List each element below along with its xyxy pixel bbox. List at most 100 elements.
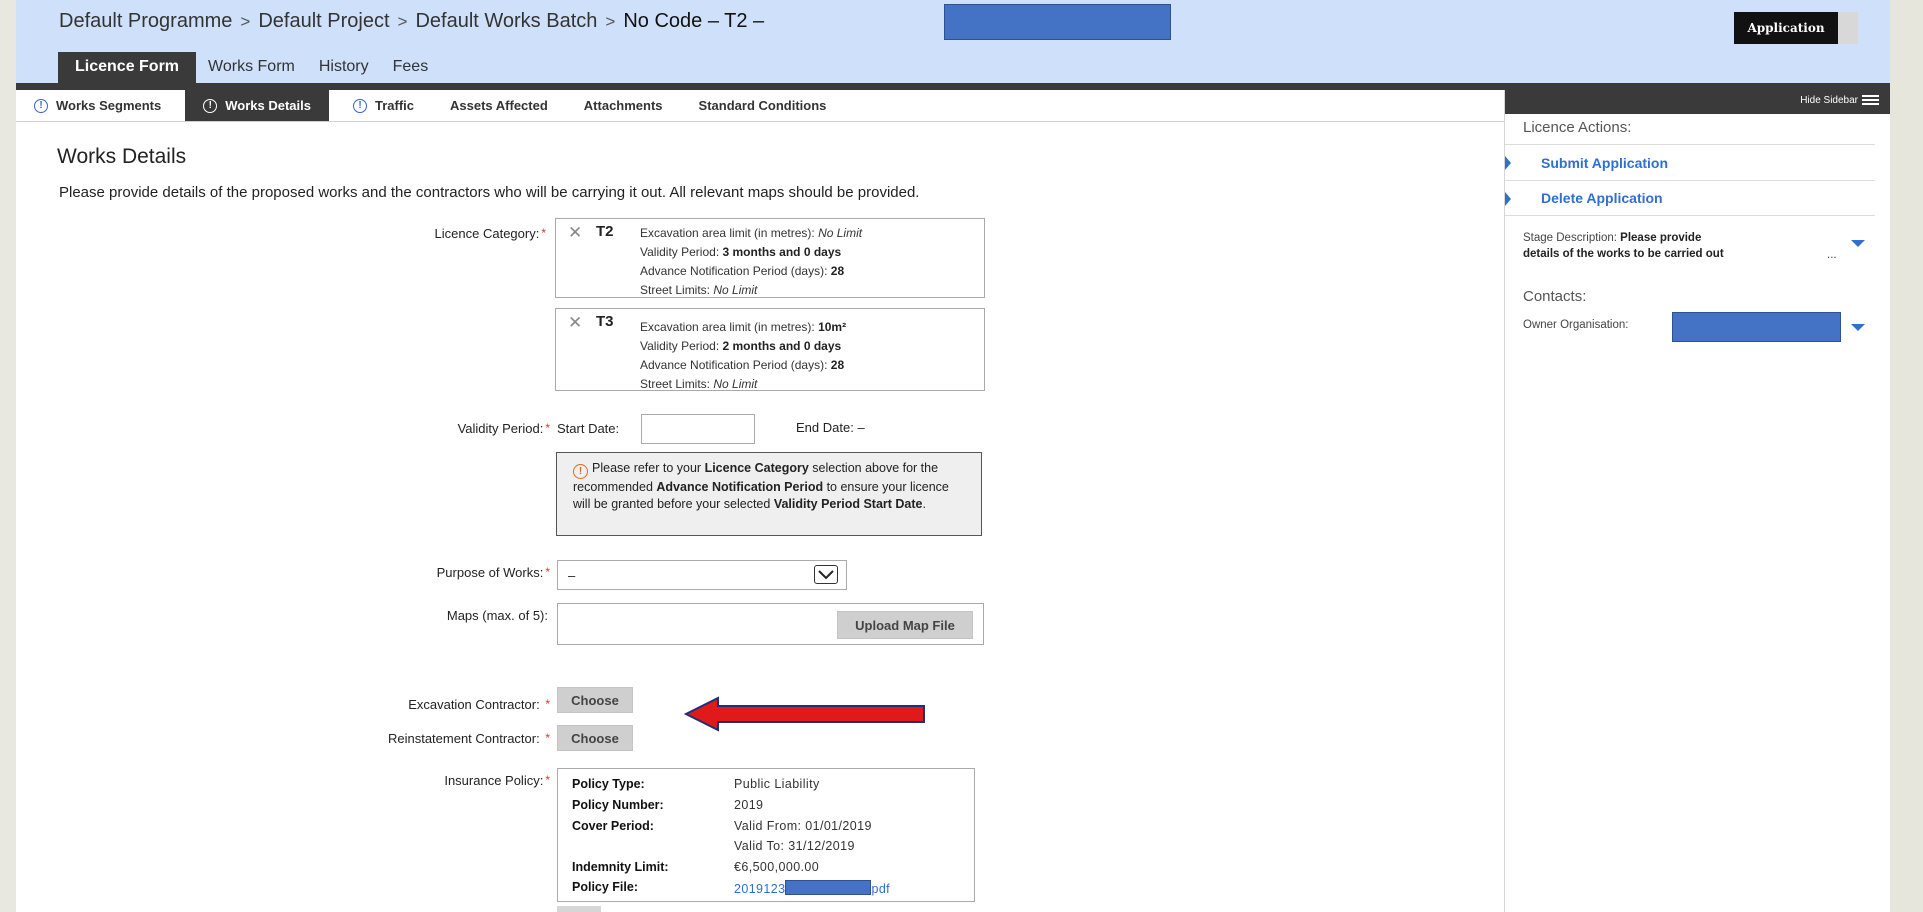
window-gutter xyxy=(1890,0,1923,912)
tab-underline-bar xyxy=(16,83,1890,90)
tab-licence-form[interactable]: Licence Form xyxy=(58,52,197,83)
chevron-down-icon[interactable] xyxy=(814,565,838,584)
button-partial xyxy=(557,906,601,912)
breadcrumb: Default Programme > Default Project > De… xyxy=(59,10,764,33)
category-code: T2 xyxy=(596,223,614,240)
breadcrumb-separator: > xyxy=(605,11,616,31)
remove-category-icon[interactable]: ✕ xyxy=(568,313,582,333)
subtab-label: Traffic xyxy=(375,98,415,113)
breadcrumb-works-batch[interactable]: Default Works Batch xyxy=(415,10,597,33)
licence-category-card-t3: ✕ T3 Excavation area limit (in metres): … xyxy=(555,308,985,391)
owner-organisation-label: Owner Organisation: xyxy=(1523,319,1629,331)
maps-label: Maps (max. of 5): xyxy=(446,608,548,623)
licence-category-label: Licence Category: * xyxy=(434,226,546,241)
category-details: Excavation area limit (in metres): No Li… xyxy=(640,226,863,297)
start-date-label: Start Date: xyxy=(557,421,620,436)
hide-sidebar-label: Hide Sidebar xyxy=(1800,94,1858,106)
choose-reinstatement-contractor-button[interactable]: Choose xyxy=(557,725,633,751)
redaction-box xyxy=(1672,312,1841,342)
info-icon: ! xyxy=(34,98,48,113)
red-arrow-annotation xyxy=(684,696,925,732)
main-tabs: Licence Form Works Form History Fees xyxy=(58,52,440,83)
redaction-box xyxy=(785,880,872,895)
remove-category-icon[interactable]: ✕ xyxy=(568,223,582,243)
required-marker: * xyxy=(545,421,550,435)
app-window: Default Programme > Default Project > De… xyxy=(16,0,1890,912)
validity-period-label: Validity Period: * xyxy=(457,421,550,436)
licence-actions-heading: Licence Actions: xyxy=(1523,119,1632,136)
subtab-works-segments[interactable]: ! Works Segments xyxy=(16,90,179,121)
start-date-input[interactable] xyxy=(641,414,755,444)
subtab-attachments[interactable]: Attachments xyxy=(566,90,681,121)
warning-icon: ! xyxy=(573,464,588,479)
page-title: Works Details xyxy=(57,145,187,168)
header: Default Programme > Default Project > De… xyxy=(16,0,1890,83)
info-icon: ! xyxy=(203,98,218,113)
page-intro: Please provide details of the proposed w… xyxy=(59,184,920,201)
sidebar: Hide Sidebar Licence Actions: Submit App… xyxy=(1504,90,1890,912)
sidebar-top-bar: Hide Sidebar xyxy=(1505,90,1890,114)
hide-sidebar-button[interactable]: Hide Sidebar xyxy=(1800,93,1879,107)
stage-ellipsis: ... xyxy=(1827,249,1837,261)
purpose-of-works-select[interactable]: – xyxy=(557,560,847,590)
redaction-box xyxy=(944,4,1171,40)
breadcrumb-project[interactable]: Default Project xyxy=(258,10,389,33)
subtab-works-details[interactable]: ! Works Details xyxy=(185,90,329,121)
sub-tabs: ! Works Segments ! Works Details ! Traff… xyxy=(16,90,1504,122)
subtab-label: Assets Affected xyxy=(450,98,548,113)
badge-tail xyxy=(1838,12,1858,44)
subtab-label: Attachments xyxy=(583,98,663,113)
delete-application-action[interactable]: Delete Application xyxy=(1505,180,1875,216)
subtab-traffic[interactable]: ! Traffic xyxy=(335,90,432,121)
required-marker: * xyxy=(545,731,550,745)
policy-type-row: Policy Type: Public Liability xyxy=(572,777,820,791)
caret-down-icon[interactable] xyxy=(1851,324,1865,331)
category-details: Excavation area limit (in metres): 10m² … xyxy=(640,320,847,391)
submit-application-action[interactable]: Submit Application xyxy=(1505,144,1875,180)
tab-history[interactable]: History xyxy=(307,52,381,83)
contacts-heading: Contacts: xyxy=(1523,288,1587,305)
purpose-of-works-label: Purpose of Works: * xyxy=(436,565,550,580)
cover-period-to-row: Valid To: 31/12/2019 xyxy=(734,839,855,853)
advance-notice-box: ! Please refer to your Licence Category s… xyxy=(556,452,982,536)
insurance-policy-card: Policy Type: Public Liability Policy Numb… xyxy=(557,768,975,902)
policy-number-row: Policy Number: 2019 xyxy=(572,798,764,812)
insurance-policy-label: Insurance Policy: * xyxy=(444,773,550,788)
required-marker: * xyxy=(545,697,550,711)
caret-down-icon[interactable] xyxy=(1851,240,1865,247)
tab-works-form[interactable]: Works Form xyxy=(196,52,307,83)
required-marker: * xyxy=(541,226,546,240)
subtab-label: Works Segments xyxy=(56,98,162,113)
hamburger-icon xyxy=(1862,93,1879,107)
subtab-label: Works Details xyxy=(225,98,311,113)
tab-fees[interactable]: Fees xyxy=(381,52,441,83)
required-marker: * xyxy=(545,773,550,787)
end-date-value: – xyxy=(857,420,865,435)
cover-period-row: Cover Period: Valid From: 01/01/2019 xyxy=(572,819,872,833)
end-date-label: End Date: xyxy=(796,420,854,435)
stage-description: Stage Description: Please provide detail… xyxy=(1523,232,1724,260)
subtab-assets-affected[interactable]: Assets Affected xyxy=(432,90,566,121)
breadcrumb-separator: > xyxy=(240,11,251,31)
required-marker: * xyxy=(545,565,550,579)
licence-category-card-t2: ✕ T2 Excavation area limit (in metres): … xyxy=(555,218,985,298)
choose-excavation-contractor-button[interactable]: Choose xyxy=(557,687,633,713)
breadcrumb-current: No Code – T2 – xyxy=(623,10,765,32)
status-badge: Application xyxy=(1734,12,1838,44)
breadcrumb-programme[interactable]: Default Programme xyxy=(59,10,232,33)
purpose-selected-value: – xyxy=(568,568,576,583)
category-code: T3 xyxy=(596,313,614,330)
action-label: Submit Application xyxy=(1541,154,1669,171)
caret-right-icon xyxy=(1505,156,1511,170)
excavation-contractor-label: Excavation Contractor: * xyxy=(408,697,550,712)
caret-right-icon xyxy=(1505,192,1511,206)
subtab-label: Standard Conditions xyxy=(698,98,827,113)
upload-map-file-button[interactable]: Upload Map File xyxy=(837,611,973,639)
action-label: Delete Application xyxy=(1541,190,1663,206)
policy-file-row: Policy File: 2019123 pdf xyxy=(572,880,891,896)
breadcrumb-separator: > xyxy=(397,11,408,31)
subtab-standard-conditions[interactable]: Standard Conditions xyxy=(681,90,845,121)
policy-file-link[interactable]: 2019123 pdf xyxy=(734,880,890,896)
reinstatement-contractor-label: Reinstatement Contractor: * xyxy=(387,731,550,746)
indemnity-row: Indemnity Limit: €6,500,000.00 xyxy=(572,860,820,874)
